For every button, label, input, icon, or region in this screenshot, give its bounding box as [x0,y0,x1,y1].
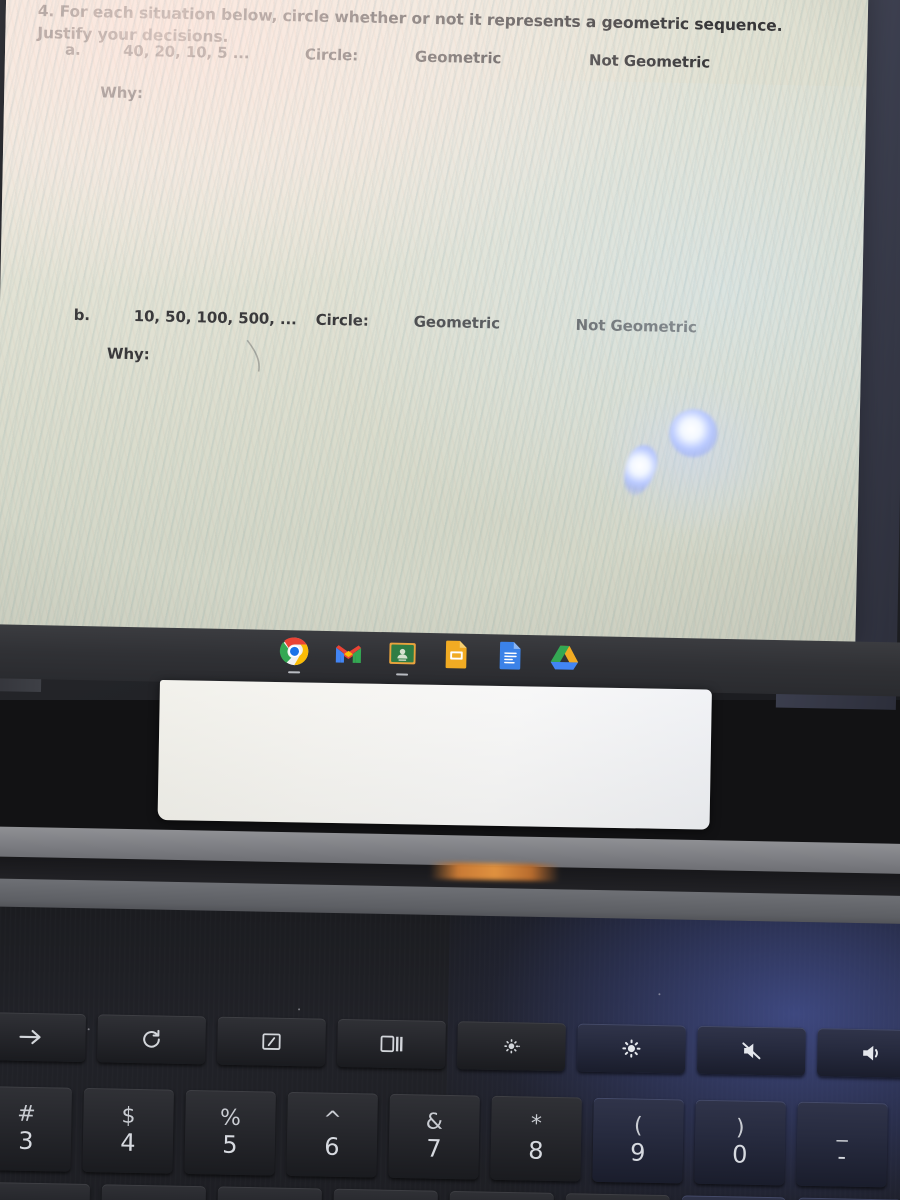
gmail-icon[interactable] [333,637,364,668]
classroom-icon[interactable] [387,638,418,676]
item-b-sequence: 10, 50, 100, 500, ... [133,307,297,329]
key-3-shift: # [17,1101,36,1128]
worksheet-document: 4. For each situation below, circle whet… [0,0,869,651]
volume-key[interactable] [816,1028,900,1079]
item-b-not-geometric-text: Not Geometric [575,315,697,337]
key-4[interactable]: $ 4 [82,1087,174,1174]
key-5-shift: % [219,1105,242,1131]
refresh-icon [143,1029,160,1048]
hinge-amber-glow [429,862,560,882]
key-minus-shift: _ [836,1117,849,1143]
item-a-sequence: 40, 20, 10, 5 ... [122,41,250,63]
classroom-active-indicator [396,672,409,676]
item-a-circle-label-wrap: Circle: [305,45,358,64]
mute-icon [742,1042,761,1060]
key-7-digit: 7 [425,1134,442,1163]
item-b-letter: b. [73,305,91,325]
blank-white-sheet [157,680,712,830]
reload-key[interactable] [97,1014,206,1065]
chrome-icon[interactable] [279,636,310,674]
key-8-shift: * [530,1111,543,1137]
item-b-geometric-text: Geometric [413,312,501,333]
docs-icon[interactable] [495,640,526,671]
key-6-shift: ^ [322,1107,342,1133]
key-3-digit: 3 [18,1126,34,1155]
forward-arrow-icon [19,1029,41,1045]
fullscreen-icon [262,1033,281,1050]
item-b-why-label: Why: [107,345,150,364]
item-a-letter: a. [64,40,81,59]
item-b-sequence-wrap: 10, 50, 100, 500, ... [134,307,297,328]
mute-key[interactable] [696,1025,806,1076]
item-b-circle-label: Circle: [315,310,369,330]
fullscreen-key[interactable] [217,1016,326,1067]
number-key-row: # 3 $ 4 % 5 ^ 6 & 7 * 8 ( 9 ) 0 _ - [0,1086,900,1188]
bottom-key[interactable] [217,1186,322,1200]
slides-icon[interactable] [441,639,472,670]
forward-key[interactable] [0,1012,86,1063]
brightness-up-icon [622,1039,641,1058]
key-5-digit: 5 [222,1130,238,1159]
item-a-why-label: Why: [100,83,143,102]
key-6[interactable]: ^ 6 [286,1091,378,1178]
item-a-option-not-geometric[interactable]: Not Geometric [589,51,710,71]
bottom-key[interactable] [565,1193,670,1200]
key-3[interactable]: # 3 [0,1086,72,1172]
key-minus[interactable]: _ - [796,1101,888,1188]
item-a-circle-label: Circle: [304,45,359,65]
key-9-shift: ( [633,1113,643,1139]
key-6-digit: 6 [323,1132,340,1161]
item-a-option-geometric[interactable]: Geometric [415,48,502,68]
dust-speck [658,993,661,996]
shelf-icon-group [279,636,580,676]
key-4-shift: $ [121,1103,136,1129]
item-b-option-geometric[interactable]: Geometric [414,313,501,333]
key-4-digit: 4 [120,1128,136,1157]
item-b-why-text: Why: [106,344,150,364]
item-a-why-text: Why: [100,83,144,103]
item-a-sequence-wrap: 40, 20, 10, 5 ... [123,42,250,63]
brightness-up-key[interactable] [576,1023,686,1074]
item-b-option-not-geometric[interactable]: Not Geometric [575,316,696,336]
laptop-screen[interactable]: 4. For each situation below, circle whet… [0,0,869,651]
item-b-circle-label-wrap: Circle: [316,311,369,330]
key-7[interactable]: & 7 [388,1093,480,1180]
brightness-down-key[interactable] [456,1021,566,1072]
item-a-row: a. [65,41,81,59]
bottom-key[interactable] [0,1182,90,1200]
question-prompt-text: 4. For each situation below, circle whet… [37,2,783,46]
chrome-active-indicator [288,670,301,674]
key-8-digit: 8 [527,1136,544,1165]
item-b-row: b. [74,306,91,324]
bottom-key[interactable] [333,1188,438,1200]
pen-stroke-mark [246,339,260,372]
bottom-key[interactable] [449,1190,554,1200]
key-8[interactable]: * 8 [490,1095,582,1182]
overview-key[interactable] [337,1018,446,1069]
key-5[interactable]: % 5 [184,1089,276,1176]
key-0-digit: 0 [731,1140,748,1169]
bottom-key[interactable] [101,1184,206,1200]
volume-icon [863,1045,878,1061]
photo-of-chromebook: 4. For each situation below, circle whet… [0,0,900,1200]
drive-icon[interactable] [549,641,580,672]
item-a-not-geometric-text: Not Geometric [588,51,711,72]
item-a-geometric-text: Geometric [414,47,502,68]
key-9-digit: 9 [629,1138,646,1167]
key-0[interactable]: ) 0 [694,1099,786,1186]
dust-speck [298,1008,301,1011]
window-overview-icon [380,1035,403,1053]
brightness-down-icon [504,1039,521,1054]
key-9[interactable]: ( 9 [592,1097,684,1184]
key-minus-digit: - [837,1142,847,1171]
key-0-shift: ) [735,1115,745,1141]
key-7-shift: & [425,1109,444,1135]
